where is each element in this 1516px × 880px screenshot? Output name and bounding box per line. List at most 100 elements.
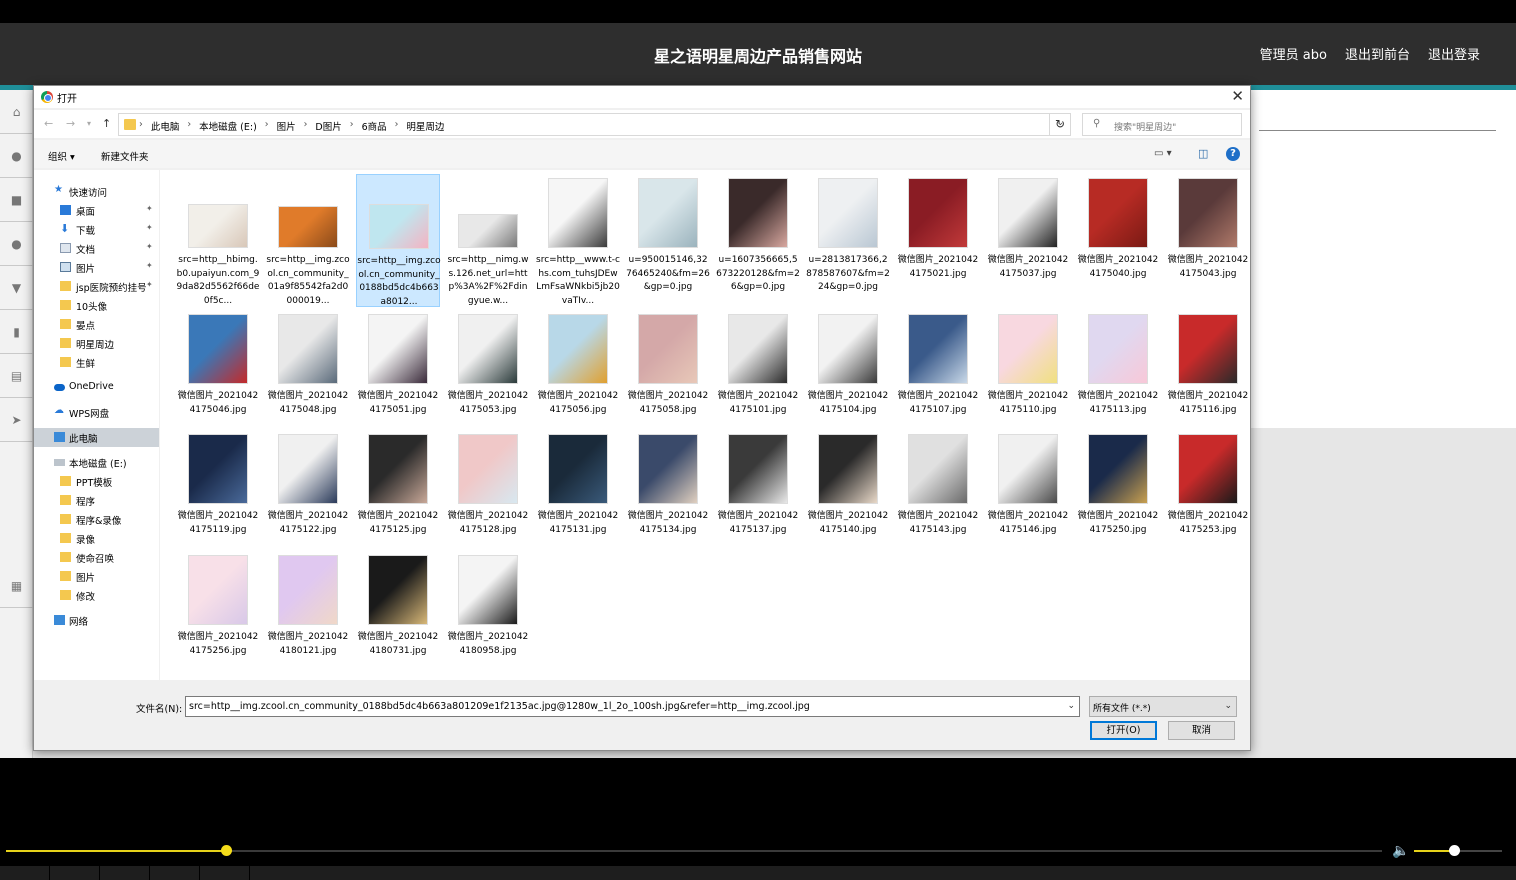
nav-item-pictures[interactable]: 图片 ✦ bbox=[34, 258, 159, 277]
file-item[interactable]: u=950015146,3276465240&fm=26&gp=0.jpg bbox=[626, 174, 710, 307]
file-item[interactable]: 微信图片_20210424175250.jpg bbox=[1076, 430, 1160, 563]
file-item[interactable]: 微信图片_20210424175040.jpg bbox=[1076, 174, 1160, 307]
nav-item-onedrive[interactable]: OneDrive bbox=[34, 378, 159, 397]
mic-icon[interactable]: ▮ bbox=[0, 310, 33, 354]
user-icon[interactable]: ● bbox=[0, 134, 33, 178]
file-item[interactable]: u=2813817366,2878587607&fm=224&gp=0.jpg bbox=[806, 174, 890, 307]
nav-logout[interactable]: 退出登录 bbox=[1428, 44, 1480, 63]
file-item[interactable]: 微信图片_20210424175253.jpg bbox=[1166, 430, 1250, 563]
seek-bar[interactable] bbox=[6, 845, 1382, 856]
file-item[interactable]: 微信图片_20210424175043.jpg bbox=[1166, 174, 1250, 307]
preview-pane-icon[interactable]: ◫ bbox=[1198, 147, 1208, 160]
file-type-select[interactable]: 所有文件 (*.*) ⌄ bbox=[1089, 696, 1237, 717]
close-icon[interactable]: ✕ bbox=[1231, 87, 1244, 105]
file-item[interactable]: 微信图片_20210424175116.jpg bbox=[1166, 310, 1250, 443]
file-item[interactable]: src=http__img.zcool.cn_community_0188bd5… bbox=[356, 174, 441, 307]
nav-item-folder[interactable]: 10头像 bbox=[34, 296, 159, 315]
nav-item-folder[interactable]: 明星周边 bbox=[34, 334, 159, 353]
volume-slider[interactable] bbox=[1414, 845, 1502, 856]
nav-item-folder[interactable]: PPT模板 bbox=[34, 472, 159, 491]
nav-item-jsp[interactable]: jsp医院预约挂号 ✦ bbox=[34, 277, 159, 296]
nav-admin[interactable]: 管理员 abo bbox=[1260, 44, 1327, 63]
chevron-down-icon[interactable]: ⌄ bbox=[1067, 701, 1075, 711]
send-icon[interactable]: ➤ bbox=[0, 398, 33, 442]
file-item[interactable]: 微信图片_20210424180121.jpg bbox=[266, 551, 350, 684]
file-item[interactable]: 微信图片_20210424175056.jpg bbox=[536, 310, 620, 443]
view-options-icon[interactable]: ▭ ▾ bbox=[1154, 148, 1172, 159]
nav-item-wps[interactable]: ☁ WPS网盘 bbox=[34, 403, 159, 422]
nav-item-network[interactable]: 网络 bbox=[34, 611, 159, 630]
file-item[interactable]: 微信图片_20210424180958.jpg bbox=[446, 551, 530, 684]
nav-item-this-pc[interactable]: 此电脑 bbox=[34, 428, 159, 447]
file-item[interactable]: 微信图片_20210424175110.jpg bbox=[986, 310, 1070, 443]
breadcrumb-item[interactable]: 6商品 bbox=[362, 119, 387, 133]
up-arrow-icon[interactable]: ↑ bbox=[102, 117, 111, 130]
address-bar[interactable]: › 此电脑 › 本地磁盘 (E:) › 图片 › D图片 › 6商品 › 明星周边 ⌄ bbox=[118, 113, 1071, 136]
grid-icon[interactable]: ▦ bbox=[0, 564, 33, 608]
file-item[interactable]: 微信图片_20210424175128.jpg bbox=[446, 430, 530, 563]
cancel-button[interactable]: 取消 bbox=[1168, 721, 1235, 740]
file-item[interactable]: src=http__nimg.ws.126.net_url=http%3A%2F… bbox=[446, 174, 530, 307]
file-item[interactable]: 微信图片_20210424175134.jpg bbox=[626, 430, 710, 563]
nav-back-frontend[interactable]: 退出到前台 bbox=[1345, 44, 1410, 63]
nav-item-drive[interactable]: 本地磁盘 (E:) bbox=[34, 453, 159, 472]
refresh-icon[interactable]: ↻ bbox=[1049, 113, 1071, 136]
file-item[interactable]: 微信图片_20210424175143.jpg bbox=[896, 430, 980, 563]
breadcrumb-item[interactable]: D图片 bbox=[315, 119, 341, 133]
file-item[interactable]: 微信图片_20210424175037.jpg bbox=[986, 174, 1070, 307]
nav-item-folder[interactable]: 使命召唤 bbox=[34, 548, 159, 567]
nav-quick-access[interactable]: ★ 快速访问 bbox=[34, 182, 159, 201]
nav-item-folder[interactable]: 生鲜 bbox=[34, 353, 159, 372]
nav-item-documents[interactable]: 文档 ✦ bbox=[34, 239, 159, 258]
nav-item-folder[interactable]: 图片 bbox=[34, 567, 159, 586]
file-item[interactable]: src=http__www.t-chs.com_tuhsJDEwLmFsaWNk… bbox=[536, 174, 620, 307]
file-item[interactable]: 微信图片_20210424175137.jpg bbox=[716, 430, 800, 563]
file-item[interactable]: 微信图片_20210424175256.jpg bbox=[176, 551, 260, 684]
chart-icon[interactable]: ▤ bbox=[0, 354, 33, 398]
file-item[interactable]: u=1607356665,5673220128&fm=26&gp=0.jpg bbox=[716, 174, 800, 307]
home-icon[interactable]: ⌂ bbox=[0, 90, 33, 134]
file-item[interactable]: 微信图片_20210424175104.jpg bbox=[806, 310, 890, 443]
breadcrumb-item[interactable]: 本地磁盘 (E:) bbox=[199, 119, 257, 133]
file-item[interactable]: 微信图片_20210424175122.jpg bbox=[266, 430, 350, 563]
file-item[interactable]: 微信图片_20210424175140.jpg bbox=[806, 430, 890, 563]
nav-item-folder[interactable]: 修改 bbox=[34, 586, 159, 605]
open-button[interactable]: 打开(O) bbox=[1090, 721, 1157, 740]
file-item[interactable]: 微信图片_20210424175101.jpg bbox=[716, 310, 800, 443]
file-item[interactable]: 微信图片_20210424175131.jpg bbox=[536, 430, 620, 563]
chevron-down-icon[interactable]: ⌄ bbox=[1224, 701, 1232, 711]
breadcrumb-item[interactable]: 明星周边 bbox=[406, 119, 444, 133]
file-item[interactable]: 微信图片_20210424175051.jpg bbox=[356, 310, 440, 443]
file-item[interactable]: src=http__img.zcool.cn_community_01a9f85… bbox=[266, 174, 350, 307]
volume-knob[interactable] bbox=[1448, 845, 1460, 856]
file-item[interactable]: 微信图片_20210424175046.jpg bbox=[176, 310, 260, 443]
back-arrow-icon[interactable]: ← bbox=[44, 117, 53, 130]
forward-arrow-icon[interactable]: → bbox=[66, 117, 75, 130]
nav-item-downloads[interactable]: ⬇ 下载 ✦ bbox=[34, 220, 159, 239]
nav-item-folder[interactable]: 晏点 bbox=[34, 315, 159, 334]
breadcrumb-item[interactable]: 图片 bbox=[277, 119, 296, 133]
new-folder-button[interactable]: 新建文件夹 bbox=[101, 149, 149, 163]
file-item[interactable]: 微信图片_20210424175107.jpg bbox=[896, 310, 980, 443]
file-item[interactable]: 微信图片_20210424175119.jpg bbox=[176, 430, 260, 563]
filename-input[interactable]: src=http__img.zcool.cn_community_0188bd5… bbox=[185, 696, 1080, 717]
file-item[interactable]: 微信图片_20210424175048.jpg bbox=[266, 310, 350, 443]
file-item[interactable]: 微信图片_20210424175125.jpg bbox=[356, 430, 440, 563]
breadcrumb-item[interactable]: 此电脑 bbox=[151, 119, 180, 133]
nav-item-folder[interactable]: 录像 bbox=[34, 529, 159, 548]
search-input[interactable]: ⚲ 搜索"明星周边" bbox=[1082, 113, 1242, 136]
file-item[interactable]: 微信图片_20210424180731.jpg bbox=[356, 551, 440, 684]
file-item[interactable]: 微信图片_20210424175021.jpg bbox=[896, 174, 980, 307]
organize-button[interactable]: 组织 ▾ bbox=[48, 149, 75, 163]
file-item[interactable]: 微信图片_20210424175058.jpg bbox=[626, 310, 710, 443]
file-item[interactable]: src=http__hbimg.b0.upaiyun.com_99da82d55… bbox=[176, 174, 260, 307]
help-icon[interactable]: ? bbox=[1226, 147, 1240, 161]
person-icon[interactable]: ● bbox=[0, 222, 33, 266]
nav-item-desktop[interactable]: 桌面 ✦ bbox=[34, 201, 159, 220]
file-item[interactable]: 微信图片_20210424175113.jpg bbox=[1076, 310, 1160, 443]
file-item[interactable]: 微信图片_20210424175146.jpg bbox=[986, 430, 1070, 563]
nav-item-folder[interactable]: 程序&录像 bbox=[34, 510, 159, 529]
nav-item-folder[interactable]: 程序 bbox=[34, 491, 159, 510]
recent-dropdown-icon[interactable]: ▾ bbox=[87, 119, 91, 128]
volume-icon[interactable]: 🔈 bbox=[1392, 843, 1409, 859]
